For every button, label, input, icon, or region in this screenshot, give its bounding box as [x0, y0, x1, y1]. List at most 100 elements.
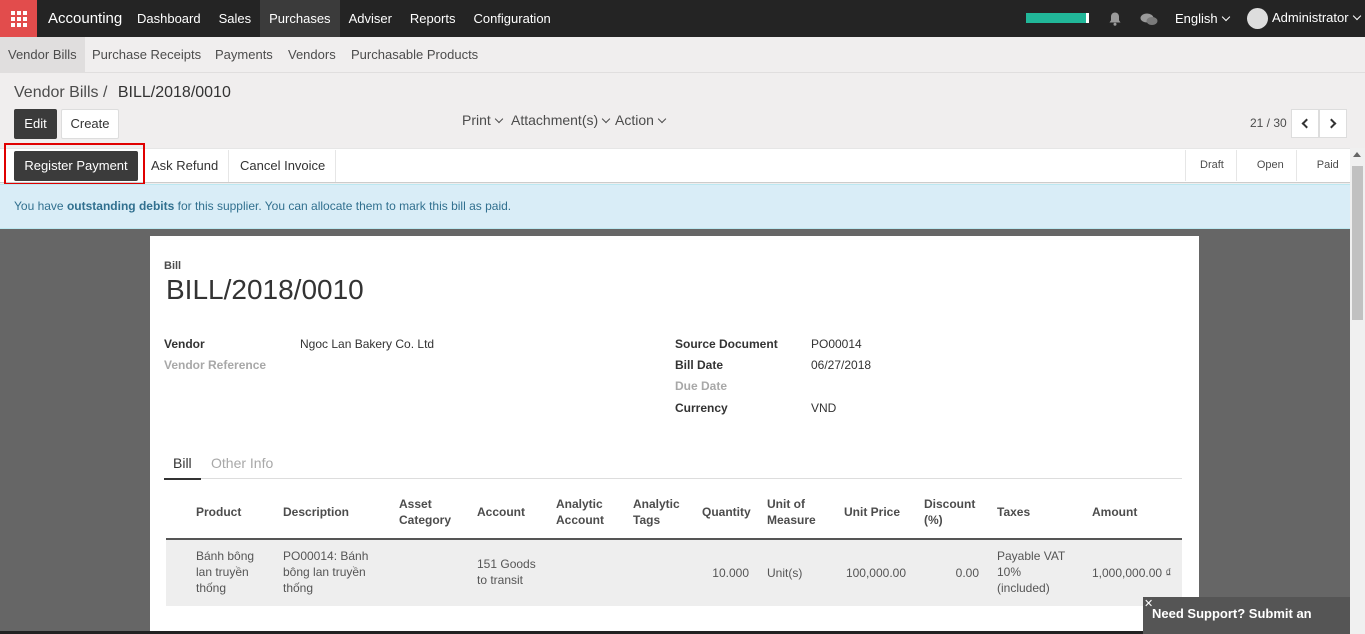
- menu-dashboard[interactable]: Dashboard: [128, 0, 210, 37]
- tab-bill[interactable]: Bill: [164, 455, 201, 480]
- apps-menu-button[interactable]: [0, 0, 37, 37]
- vendor-reference-label: Vendor Reference: [164, 358, 267, 372]
- bill-date-value: 06/27/2018: [811, 358, 872, 372]
- breadcrumb-parent[interactable]: Vendor Bills: [14, 84, 99, 101]
- cell-description-line2: bông lan truyền: [283, 565, 366, 579]
- submenu-vendors[interactable]: Vendors: [288, 37, 336, 72]
- breadcrumb: Vendor Bills / BILL/2018/0010: [14, 84, 231, 102]
- outstanding-debits-alert: You have outstanding debits for this sup…: [0, 184, 1350, 229]
- pager-previous-button[interactable]: [1291, 109, 1319, 138]
- edit-button[interactable]: Edit: [14, 109, 57, 139]
- col-account[interactable]: Account: [477, 504, 525, 520]
- menu-purchases[interactable]: Purchases: [260, 0, 340, 37]
- col-product[interactable]: Product: [196, 504, 241, 520]
- menu-reports[interactable]: Reports: [401, 0, 465, 37]
- cell-taxes-line2: 10%: [997, 565, 1022, 579]
- menu-sales[interactable]: Sales: [210, 0, 261, 37]
- action-dropdown[interactable]: Action: [615, 112, 667, 128]
- chevron-down-icon: [494, 114, 504, 124]
- tab-other-info[interactable]: Other Info: [211, 455, 273, 471]
- stage-draft: Draft: [1186, 150, 1237, 181]
- chevron-down-icon: [601, 114, 611, 124]
- vendor-label: Vendor: [164, 337, 205, 351]
- cell-description-line1: PO00014: Bánh: [283, 549, 369, 563]
- currency-label: Currency: [675, 401, 728, 415]
- status-stages: Draft Open Paid: [1185, 150, 1351, 181]
- support-widget[interactable]: Need Support? Submit an Issue.: [1143, 597, 1350, 634]
- breadcrumb-current: BILL/2018/0010: [117, 84, 231, 101]
- scrollbar-thumb[interactable]: [1352, 166, 1363, 320]
- progress-fill: [1026, 13, 1086, 23]
- submenu-purchase-receipts[interactable]: Purchase Receipts: [92, 37, 201, 72]
- user-menu[interactable]: Administrator: [1272, 10, 1361, 25]
- cell-product-line1: Bánh bông: [196, 549, 255, 563]
- col-analytic-account-line2: Account: [556, 513, 604, 527]
- grid-icon: [10, 10, 27, 27]
- col-asset-category[interactable]: Asset Category: [399, 496, 451, 528]
- cell-discount: 0.00: [955, 566, 979, 580]
- col-discount-line2: (%): [924, 513, 943, 527]
- tabs-divider: [164, 478, 1182, 479]
- submenu-purchasable-products[interactable]: Purchasable Products: [351, 37, 478, 72]
- highlight-annotation: [4, 143, 145, 185]
- cell-amount: 1,000,000.00 ₫: [1092, 566, 1172, 580]
- top-navbar: Accounting Dashboard Sales Purchases Adv…: [0, 0, 1365, 37]
- col-unit-of-measure[interactable]: Unit of Measure: [767, 496, 816, 528]
- chat-icon[interactable]: [1140, 12, 1158, 30]
- breadcrumb-separator: /: [102, 84, 108, 101]
- source-document-value: PO00014: [811, 337, 862, 351]
- scroll-up-arrow-icon[interactable]: [1353, 152, 1361, 157]
- onboarding-progress-bar[interactable]: [1026, 13, 1089, 23]
- col-amount[interactable]: Amount: [1092, 504, 1137, 520]
- submenu-payments[interactable]: Payments: [215, 37, 273, 72]
- source-document-label: Source Document: [675, 337, 778, 351]
- col-description[interactable]: Description: [283, 504, 349, 520]
- col-analytic-account[interactable]: Analytic Account: [556, 496, 604, 528]
- submenu-vendor-bills[interactable]: Vendor Bills: [0, 37, 85, 72]
- top-menu: Dashboard Sales Purchases Adviser Report…: [128, 0, 560, 37]
- bill-number-title: BILL/2018/0010: [166, 274, 364, 305]
- pager-next-button[interactable]: [1319, 109, 1347, 138]
- chevron-down-icon: [1221, 12, 1230, 22]
- cell-taxes-line3: (included): [997, 581, 1050, 595]
- menu-configuration[interactable]: Configuration: [464, 0, 559, 37]
- print-label: Print: [462, 112, 491, 128]
- cell-description: PO00014: Bánh bông lan truyền thống: [283, 548, 368, 596]
- cell-account-line2: to transit: [477, 573, 524, 587]
- currency-value: VND: [811, 401, 837, 415]
- attachments-label: Attachment(s): [511, 112, 599, 128]
- language-selector[interactable]: English: [1175, 11, 1230, 26]
- menu-adviser[interactable]: Adviser: [340, 0, 401, 37]
- secondary-menu: Vendor Bills Purchase Receipts Payments …: [0, 37, 1365, 73]
- col-unit-price[interactable]: Unit Price: [844, 504, 900, 520]
- col-quantity[interactable]: Quantity: [702, 504, 751, 520]
- chevron-right-icon: [1326, 118, 1337, 129]
- cell-product-line3: thống: [196, 581, 227, 595]
- cancel-invoice-button[interactable]: Cancel Invoice: [230, 150, 337, 182]
- col-taxes[interactable]: Taxes: [997, 504, 1030, 520]
- alert-bold: outstanding debits: [66, 199, 175, 213]
- col-uom-line2: Measure: [767, 513, 816, 527]
- close-icon[interactable]: ✕: [1144, 597, 1153, 610]
- bell-icon[interactable]: [1107, 11, 1123, 30]
- vendor-value[interactable]: Ngoc Lan Bakery Co. Ltd: [300, 337, 434, 351]
- chevron-left-icon: [1301, 118, 1312, 129]
- col-asset-category-line2: Category: [399, 513, 452, 527]
- attachments-dropdown[interactable]: Attachment(s): [511, 112, 611, 128]
- ask-refund-button[interactable]: Ask Refund: [141, 150, 230, 182]
- pager-value[interactable]: 21 / 30: [1250, 116, 1287, 130]
- stage-paid: Paid: [1316, 159, 1339, 171]
- col-analytic-tags-line1: Analytic: [633, 497, 680, 511]
- cell-product-line2: lan truyền: [196, 565, 249, 579]
- cell-product: Bánh bông lan truyền thống: [196, 548, 254, 596]
- col-uom-line1: Unit of: [767, 497, 805, 511]
- col-discount[interactable]: Discount (%): [924, 496, 975, 528]
- cell-uom: Unit(s): [767, 566, 803, 580]
- create-button[interactable]: Create: [61, 109, 119, 139]
- print-dropdown[interactable]: Print: [462, 112, 504, 128]
- avatar[interactable]: [1247, 8, 1268, 29]
- cell-account-line1: 151 Goods: [477, 557, 536, 571]
- form-sheet: Bill BILL/2018/0010 Vendor Ngoc Lan Bake…: [150, 236, 1199, 634]
- app-name: Accounting: [48, 10, 123, 27]
- col-analytic-tags[interactable]: Analytic Tags: [633, 496, 680, 528]
